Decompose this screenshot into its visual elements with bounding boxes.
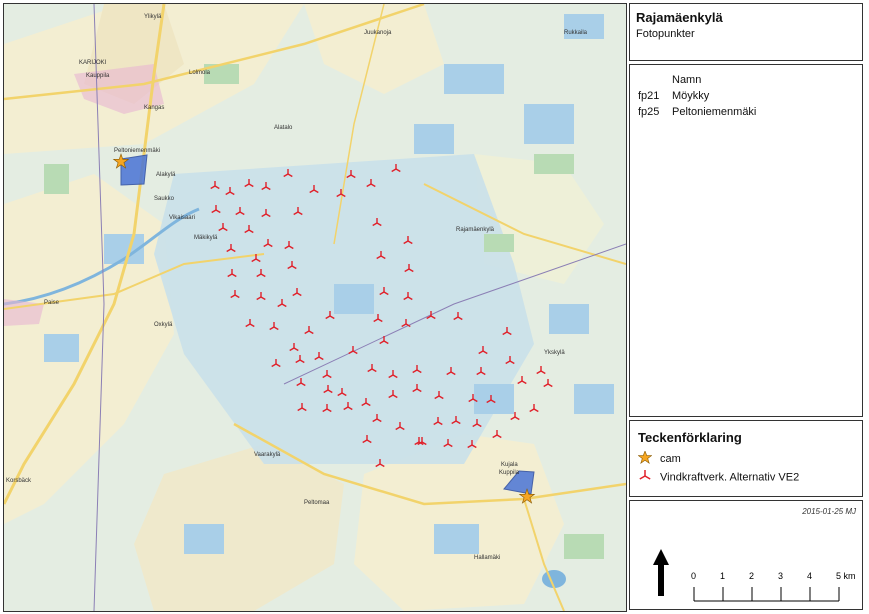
place-label: Alatalo: [274, 125, 293, 131]
place-label: Alakylä: [156, 172, 176, 178]
legend-title: Teckenförklaring: [638, 430, 742, 445]
place-label: Kujala: [501, 462, 518, 468]
place-label: KARIJOKI: [79, 60, 107, 66]
legend-item-turbine: Vindkraftverk. Alternativ VE2: [638, 469, 799, 486]
place-label: Vikaisaari: [169, 215, 195, 221]
north-arrow-icon: [653, 549, 669, 596]
map-canvas[interactable]: Ylikylä KARIJOKI Kauppila Kangas Alakylä Pelt…: [4, 4, 626, 611]
legend-label: Vindkraftverk. Alternativ VE2: [660, 471, 800, 484]
name-row-fp21: fp21 Möykky: [638, 90, 709, 102]
name-row-fp25: fp25 Peltoniemenmäki: [638, 106, 756, 118]
map-subtitle: Fotopunkter: [636, 28, 695, 40]
scale-bar: [693, 587, 840, 602]
place-label: Rajamäenkylä: [456, 227, 495, 233]
name-label: Möykky: [672, 90, 710, 102]
place-label: Paise: [44, 300, 60, 306]
place-label: Hallamäki: [474, 555, 500, 561]
map-title: Rajamäenkylä: [636, 10, 723, 25]
names-header: Namn: [672, 74, 702, 86]
scale-panel: 2015-01-25 MJ 012345 km: [629, 500, 863, 610]
turbine-icon: [638, 469, 660, 486]
place-label: Oxkylä: [154, 322, 173, 328]
place-label: Juukanoja: [364, 30, 392, 36]
name-label: Peltoniemenmäki: [672, 106, 757, 118]
legend-panel: Teckenförklaring cam Vindkraftverk. Alte…: [629, 420, 863, 497]
name-code: fp25: [638, 106, 660, 118]
place-label: Kangas: [144, 105, 164, 111]
place-label: Saukko: [154, 196, 175, 202]
place-label: Korsbäck: [6, 478, 32, 484]
names-panel: Namn fp21 Möykky fp25 Peltoniemenmäki: [629, 64, 863, 417]
legend-item-cam: cam: [637, 450, 681, 467]
place-label: Peltomaa: [304, 500, 330, 506]
place-label: Kauppila: [86, 73, 110, 79]
scale-tick-label: 2: [749, 571, 755, 581]
legend-label: cam: [660, 452, 681, 465]
place-label: Rukkaila: [564, 30, 588, 36]
name-code: fp21: [638, 90, 660, 102]
place-label: Ylikylä: [144, 14, 162, 20]
scale-tick-label: 5 km: [836, 571, 856, 581]
place-label: Lolmola: [189, 70, 211, 76]
place-label: Ykskylä: [544, 350, 565, 356]
place-label: Vaarakylä: [254, 452, 281, 458]
place-label: Kuppila: [499, 470, 520, 476]
place-label: Mäkikylä: [194, 235, 218, 241]
map-view[interactable]: Ylikylä KARIJOKI Kauppila Kangas Alakylä Pelt…: [3, 3, 627, 612]
scale-graphics: [653, 549, 840, 602]
scale-tick-label: 4: [807, 571, 813, 581]
title-panel: Rajamäenkylä Fotopunkter: [629, 3, 863, 61]
scale-tick-label: 3: [778, 571, 784, 581]
place-label: Peltoniemenmäki: [114, 148, 160, 154]
star-icon: [637, 450, 660, 467]
scale-tick-label: 0: [691, 571, 697, 581]
scale-tick-label: 1: [720, 571, 726, 581]
